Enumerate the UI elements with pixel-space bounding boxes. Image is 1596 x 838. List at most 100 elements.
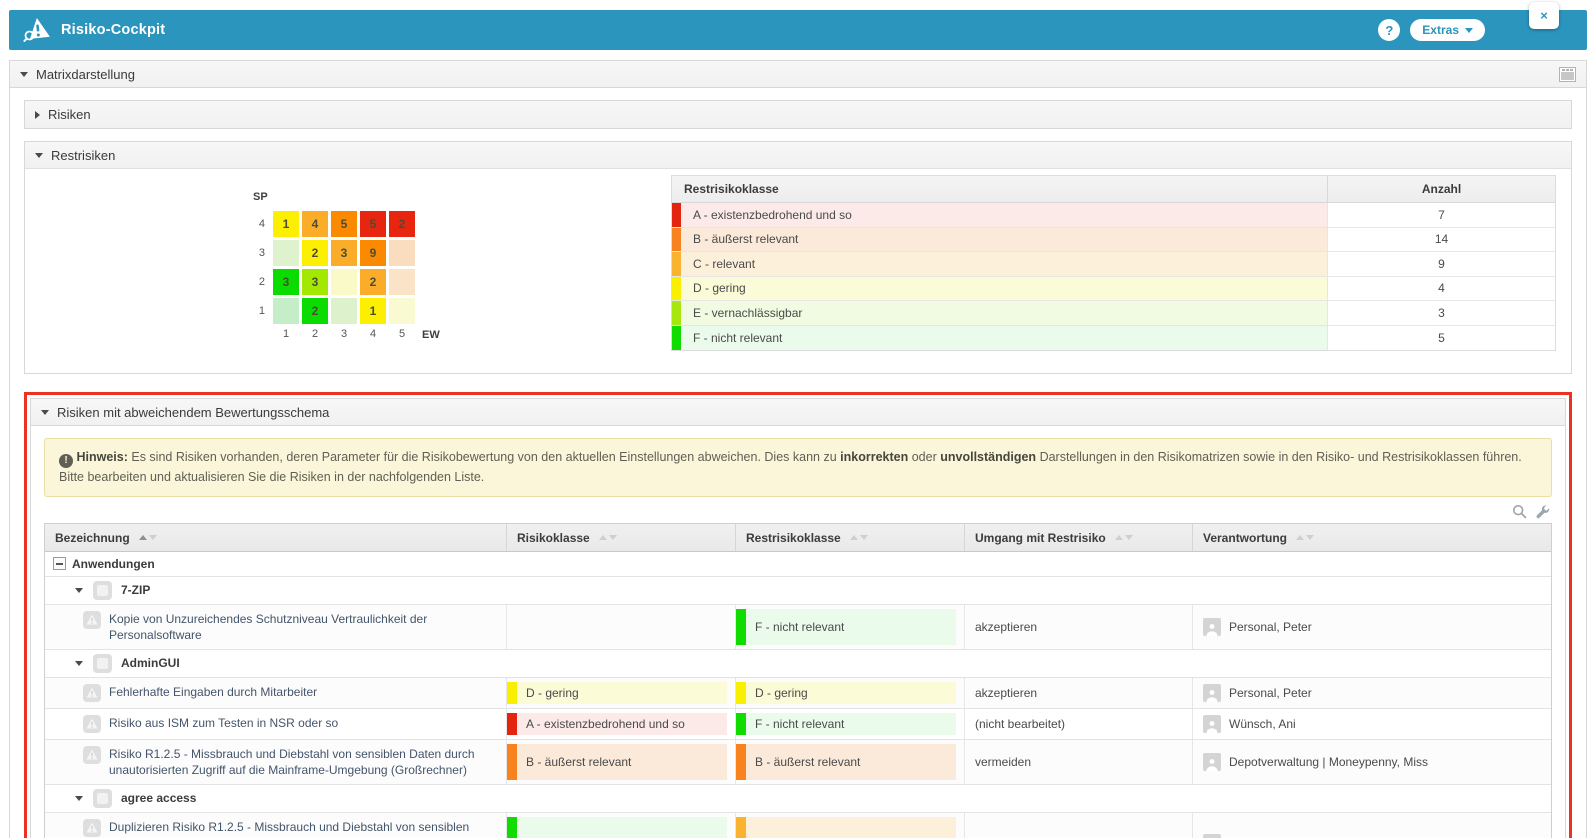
umgang-cell: akzeptieren bbox=[965, 678, 1193, 708]
subgroup-row-7zip[interactable]: 7-ZIP bbox=[45, 577, 1551, 605]
help-button[interactable]: ? bbox=[1378, 19, 1400, 41]
close-button[interactable]: × bbox=[1529, 2, 1559, 29]
column-header-verantwortung[interactable]: Verantwortung bbox=[1193, 524, 1551, 551]
matrix-cell[interactable] bbox=[389, 298, 415, 324]
class-chip: F - nicht relevant bbox=[736, 713, 956, 735]
matrix-cell[interactable] bbox=[331, 269, 357, 295]
panel-deviating-risks: Risiken mit abweichendem Bewertungsschem… bbox=[30, 398, 1566, 838]
table-row[interactable]: Risiko aus ISM zum Testen in NSR oder so… bbox=[45, 709, 1551, 740]
column-header-umgang[interactable]: Umgang mit Restrisiko bbox=[965, 524, 1193, 551]
matrix-cell[interactable] bbox=[389, 269, 415, 295]
collapse-arrow-icon bbox=[35, 153, 43, 158]
restrisikoklasse-cell: C - relevant bbox=[736, 813, 965, 838]
class-color-marker bbox=[672, 301, 681, 325]
panel-header-matrixdarstellung[interactable]: Matrixdarstellung bbox=[10, 61, 1586, 88]
sort-asc-icon[interactable] bbox=[1115, 535, 1123, 540]
matrix-cell[interactable]: 2 bbox=[302, 298, 328, 324]
panel-header-risiken[interactable]: Risiken bbox=[25, 101, 1571, 128]
extras-button[interactable]: Extras bbox=[1410, 19, 1485, 41]
risk-label: Risiko R1.2.5 - Missbrauch und Diebstahl… bbox=[109, 746, 496, 778]
matrix-cell[interactable]: 9 bbox=[360, 240, 386, 266]
umgang-cell: vermeiden bbox=[965, 740, 1193, 784]
matrix-cell[interactable]: 1 bbox=[360, 298, 386, 324]
matrix-cell[interactable]: 2 bbox=[389, 211, 415, 237]
wrench-icon[interactable] bbox=[1535, 504, 1550, 519]
verantwortung-cell: Wünsch, Ani bbox=[1193, 709, 1551, 739]
table-row[interactable]: E - vernachlässigbar 3 bbox=[672, 301, 1555, 326]
sort-asc-icon[interactable] bbox=[599, 535, 607, 540]
class-color-marker bbox=[736, 744, 746, 780]
class-color-marker bbox=[672, 228, 681, 252]
matrix-cell[interactable] bbox=[389, 240, 415, 266]
matrix-cell[interactable]: 2 bbox=[302, 240, 328, 266]
class-color-marker bbox=[507, 682, 517, 704]
person-icon bbox=[1203, 753, 1221, 771]
matrix-cell[interactable] bbox=[273, 240, 299, 266]
table-row[interactable]: D - gering 4 bbox=[672, 277, 1555, 302]
matrix-col-label: 1 bbox=[273, 328, 299, 342]
table-row[interactable]: Kopie von Unzureichendes Schutzniveau Ve… bbox=[45, 605, 1551, 650]
matrix-row-label: 3 bbox=[247, 240, 265, 266]
matrix-x-axis-label: EW bbox=[422, 328, 440, 342]
panel-title: Risiken bbox=[48, 107, 91, 122]
panel-title: Matrixdarstellung bbox=[36, 67, 135, 82]
risikoklasse-cell: F - nicht relevant bbox=[507, 813, 736, 838]
column-header-restrisikoklasse[interactable]: Restrisikoklasse bbox=[736, 524, 965, 551]
class-chip: D - gering bbox=[736, 682, 956, 704]
verantwortung-cell: Personal, Peter bbox=[1193, 678, 1551, 708]
subgroup-row-admingui[interactable]: AdminGUI bbox=[45, 650, 1551, 678]
matrix-cell[interactable]: 5 bbox=[331, 211, 357, 237]
subgroup-row-agree-access[interactable]: agree access bbox=[45, 785, 1551, 813]
sort-asc-icon[interactable] bbox=[1296, 535, 1304, 540]
table-row[interactable]: C - relevant 9 bbox=[672, 252, 1555, 277]
class-color-marker bbox=[736, 682, 746, 704]
search-icon[interactable] bbox=[1512, 504, 1527, 519]
column-header-bezeichnung[interactable]: Bezeichnung bbox=[45, 524, 507, 551]
class-label: B - äußerst relevant bbox=[746, 744, 956, 780]
risikoklasse-cell bbox=[507, 605, 736, 649]
risk-matrix: SP 4 1 4 5 5 2 3 2 bbox=[247, 191, 440, 342]
sort-desc-icon[interactable] bbox=[149, 535, 157, 540]
table-row[interactable]: Risiko R1.2.5 - Missbrauch und Diebstahl… bbox=[45, 740, 1551, 785]
matrix-cell[interactable]: 1 bbox=[273, 211, 299, 237]
panel-header-deviating-risks[interactable]: Risiken mit abweichendem Bewertungsschem… bbox=[31, 399, 1565, 426]
sort-desc-icon[interactable] bbox=[1125, 535, 1133, 540]
panel-header-restrisiken[interactable]: Restrisiken bbox=[25, 142, 1571, 169]
matrix-cell[interactable]: 3 bbox=[273, 269, 299, 295]
verantwortung-cell: Depotverwaltung | Moneypenny, Miss bbox=[1193, 740, 1551, 784]
matrix-cell[interactable] bbox=[273, 298, 299, 324]
layout-grid-icon[interactable] bbox=[1559, 67, 1576, 82]
person-icon bbox=[1203, 715, 1221, 733]
matrix-cell[interactable]: 4 bbox=[302, 211, 328, 237]
sort-desc-icon[interactable] bbox=[1306, 535, 1314, 540]
risk-label: Kopie von Unzureichendes Schutzniveau Ve… bbox=[109, 611, 496, 643]
collapse-arrow-icon[interactable] bbox=[75, 796, 83, 801]
sort-desc-icon[interactable] bbox=[609, 535, 617, 540]
collapse-arrow-icon[interactable] bbox=[75, 661, 83, 666]
class-count: 9 bbox=[1328, 252, 1555, 276]
matrix-cell[interactable]: 2 bbox=[360, 269, 386, 295]
sort-asc-icon[interactable] bbox=[850, 535, 858, 540]
matrix-cell[interactable]: 3 bbox=[302, 269, 328, 295]
class-chip: F - nicht relevant bbox=[736, 609, 956, 645]
class-label: C - relevant bbox=[681, 252, 1327, 276]
class-label: F - nicht relevant bbox=[746, 713, 956, 735]
table-row[interactable]: Duplizieren Risiko R1.2.5 - Missbrauch u… bbox=[45, 813, 1551, 838]
table-row[interactable]: Fehlerhafte Eingaben durch Mitarbeiter D… bbox=[45, 678, 1551, 709]
table-row[interactable]: A - existenzbedrohend und so 7 bbox=[672, 203, 1555, 228]
person-icon bbox=[1203, 684, 1221, 702]
subgroup-label: agree access bbox=[121, 791, 196, 805]
matrix-row: 4 1 4 5 5 2 bbox=[247, 211, 440, 237]
table-row[interactable]: F - nicht relevant 5 bbox=[672, 326, 1555, 351]
column-header-risikoklasse[interactable]: Risikoklasse bbox=[507, 524, 736, 551]
collapse-arrow-icon[interactable] bbox=[75, 588, 83, 593]
sort-asc-icon[interactable] bbox=[139, 535, 147, 540]
risikoklasse-cell: A - existenzbedrohend und so bbox=[507, 709, 736, 739]
group-row-anwendungen[interactable]: Anwendungen bbox=[45, 552, 1551, 577]
table-row[interactable]: B - äußerst relevant 14 bbox=[672, 228, 1555, 253]
sort-desc-icon[interactable] bbox=[860, 535, 868, 540]
matrix-cell[interactable] bbox=[331, 298, 357, 324]
matrix-cell[interactable]: 3 bbox=[331, 240, 357, 266]
collapse-minus-icon[interactable] bbox=[53, 557, 66, 570]
matrix-cell[interactable]: 5 bbox=[360, 211, 386, 237]
